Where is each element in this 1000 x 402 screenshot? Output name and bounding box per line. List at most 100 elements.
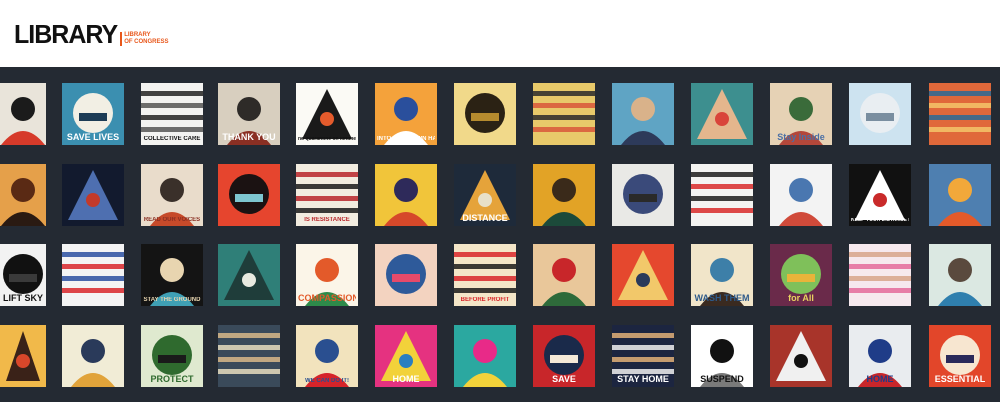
- poster-tile[interactable]: [0, 164, 46, 226]
- poster-eye: [320, 112, 334, 126]
- poster-tile[interactable]: WE CAN DO IT!: [296, 325, 358, 387]
- poster-stripe: [218, 369, 280, 374]
- poster-tile[interactable]: [533, 244, 595, 306]
- poster-stripe: [533, 91, 595, 96]
- poster-tile[interactable]: HOME: [375, 325, 437, 387]
- poster-tile[interactable]: ESSENTIAL: [929, 325, 991, 387]
- poster-tile[interactable]: STAY HOME: [612, 325, 674, 387]
- poster-tile[interactable]: [375, 244, 437, 306]
- poster-stripe: [296, 184, 358, 189]
- poster-tile[interactable]: DISTANCE: [454, 164, 516, 226]
- poster-tile[interactable]: READ OUR VOICES: [141, 164, 203, 226]
- poster-tile[interactable]: for All: [770, 244, 832, 306]
- poster-tile[interactable]: [454, 83, 516, 145]
- poster-tile[interactable]: [375, 164, 437, 226]
- poster-figure-head: [81, 339, 105, 363]
- poster-tile[interactable]: IS RESISTANCE: [296, 164, 358, 226]
- poster-caption: COLLECTIVE CARE: [143, 136, 201, 142]
- poster-tile[interactable]: WASH THEM: [691, 244, 753, 306]
- poster-figure-head: [394, 178, 418, 202]
- poster-tile[interactable]: [454, 325, 516, 387]
- poster-stripe: [62, 276, 124, 281]
- poster-eye: [16, 354, 30, 368]
- poster-tile[interactable]: [218, 164, 280, 226]
- poster-tile[interactable]: SUSPEND: [691, 325, 753, 387]
- poster-tile[interactable]: [218, 325, 280, 387]
- poster-stripe: [296, 172, 358, 177]
- poster-art: [929, 244, 991, 306]
- poster-eye: [873, 193, 887, 207]
- poster-tile[interactable]: LIFT SKY: [0, 244, 46, 306]
- poster-mask: [866, 113, 894, 121]
- poster-art: [849, 83, 911, 145]
- poster-art: [62, 164, 124, 226]
- poster-stripe: [62, 252, 124, 257]
- poster-tile[interactable]: [770, 164, 832, 226]
- poster-art: [454, 83, 516, 145]
- poster-stripe: [454, 276, 516, 281]
- poster-stripe: [612, 333, 674, 338]
- poster-art: [218, 244, 280, 306]
- poster-stripe: [929, 91, 991, 96]
- poster-stripe: [533, 127, 595, 132]
- poster-caption: KEEP YOUR DISTANCE BUT STAY IN TOUCH: [851, 218, 909, 223]
- poster-art: [375, 244, 437, 306]
- poster-tile[interactable]: COLLECTIVE CARE: [141, 83, 203, 145]
- poster-tile[interactable]: COMPASSION: [296, 244, 358, 306]
- poster-caption: THANK YOU: [222, 133, 276, 142]
- poster-tile[interactable]: PROTECT: [141, 325, 203, 387]
- poster-tile[interactable]: [929, 83, 991, 145]
- poster-art: [296, 83, 358, 145]
- poster-caption: Stay Inside: [777, 133, 825, 142]
- poster-caption: SUSPEND: [700, 375, 744, 384]
- poster-tile[interactable]: Stay Inside: [770, 83, 832, 145]
- poster-mask: [550, 355, 578, 363]
- poster-tile[interactable]: KEEP YOUR DISTANCE BUT STAY IN TOUCH: [849, 164, 911, 226]
- poster-tile[interactable]: [612, 83, 674, 145]
- poster-tile[interactable]: [62, 244, 124, 306]
- poster-art: [0, 164, 46, 226]
- poster-tile[interactable]: [612, 244, 674, 306]
- poster-eye: [636, 273, 650, 287]
- poster-caption: PROTECT: [150, 375, 194, 384]
- poster-mask: [392, 274, 420, 282]
- poster-tile[interactable]: [691, 83, 753, 145]
- poster-tile[interactable]: STAY THE GROUND: [141, 244, 203, 306]
- poster-tile[interactable]: [0, 325, 46, 387]
- poster-mask: [471, 113, 499, 121]
- poster-art: [770, 325, 832, 387]
- poster-tile[interactable]: [849, 83, 911, 145]
- poster-figure-head: [948, 258, 972, 282]
- poster-tile[interactable]: BEFORE PROFIT: [454, 244, 516, 306]
- poster-figure-head: [394, 97, 418, 121]
- poster-stripe: [533, 115, 595, 120]
- poster-art: [691, 83, 753, 145]
- poster-tile[interactable]: SAVE LIVES: [62, 83, 124, 145]
- site-header: LIBRARY LIBRARY OF CONGRESS: [0, 0, 1000, 67]
- poster-tile[interactable]: [218, 244, 280, 306]
- poster-tile[interactable]: [0, 83, 46, 145]
- poster-tile[interactable]: [612, 164, 674, 226]
- poster-caption: ESSENTIAL: [934, 375, 986, 384]
- poster-tile[interactable]: INTO YOUR OWN HANDS: [375, 83, 437, 145]
- logo-subtitle-line1: LIBRARY: [124, 32, 151, 38]
- poster-tile[interactable]: HOME: [849, 325, 911, 387]
- poster-tile[interactable]: [62, 325, 124, 387]
- library-logo[interactable]: LIBRARY LIBRARY OF CONGRESS: [14, 21, 169, 48]
- poster-tile[interactable]: [929, 244, 991, 306]
- poster-figure-head: [315, 339, 339, 363]
- poster-caption: WE CAN DO IT!: [305, 378, 349, 384]
- poster-tile[interactable]: no quarantine on kindness: [296, 83, 358, 145]
- poster-tile[interactable]: THANK YOU: [218, 83, 280, 145]
- poster-tile[interactable]: [691, 164, 753, 226]
- poster-art: [849, 164, 911, 226]
- poster-mask: [79, 113, 107, 121]
- poster-tile[interactable]: [533, 83, 595, 145]
- poster-tile[interactable]: [770, 325, 832, 387]
- poster-tile[interactable]: [849, 244, 911, 306]
- poster-tile[interactable]: SAVE: [533, 325, 595, 387]
- poster-caption: HOME: [392, 375, 420, 384]
- poster-tile[interactable]: [533, 164, 595, 226]
- poster-tile[interactable]: [62, 164, 124, 226]
- poster-tile[interactable]: [929, 164, 991, 226]
